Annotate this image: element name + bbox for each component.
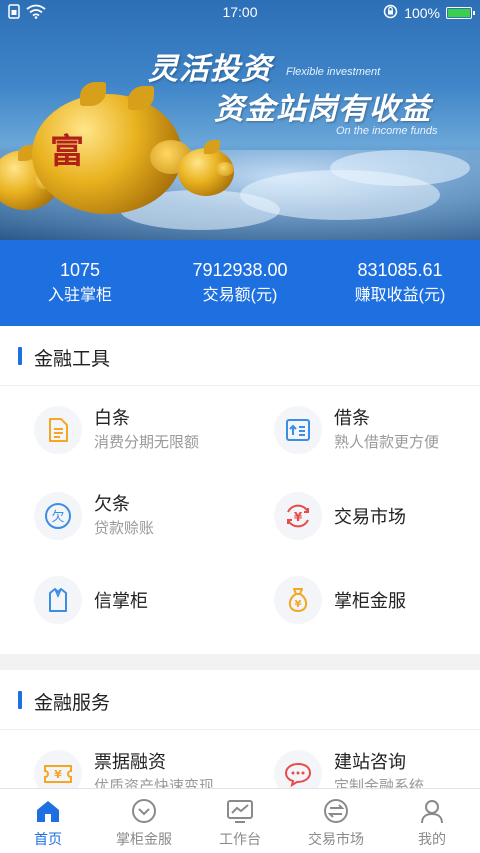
- banner-cloud: [330, 150, 470, 186]
- tab-home[interactable]: 首页: [0, 789, 96, 853]
- shirt-icon: [34, 576, 82, 624]
- money-bag-icon: ¥: [274, 576, 322, 624]
- chart-monitor-icon: [192, 797, 288, 825]
- tool-qiantiao[interactable]: 欠 欠条 贷款赊账: [0, 474, 240, 558]
- service-name: 建站咨询: [334, 752, 406, 772]
- chevron-circle-icon: [96, 797, 192, 825]
- section-header: 金融服务: [0, 670, 480, 730]
- stat-earnings: 831085.61 赚取收益(元): [320, 240, 480, 326]
- money-glyph: ¥: [295, 599, 302, 610]
- section-accent-bar: [18, 691, 22, 709]
- yuan-glyph: ¥: [294, 510, 303, 524]
- tool-name: 信掌柜: [94, 591, 148, 611]
- tool-name: 借条: [334, 408, 370, 428]
- tab-label: 掌柜金服: [116, 831, 172, 847]
- tool-xinzhanggui[interactable]: 信掌柜: [0, 558, 240, 642]
- stat-value: 831085.61: [357, 260, 443, 280]
- tool-name: 白条: [94, 408, 130, 428]
- banner-title-line2: 资金站岗有收益: [214, 93, 431, 126]
- hero-banner[interactable]: 17:00 100% 富 灵活投资 Flexible investment 资金…: [0, 0, 480, 240]
- user-icon: [384, 797, 480, 825]
- tab-mine[interactable]: 我的: [384, 789, 480, 853]
- battery-icon: [446, 7, 475, 19]
- tab-label: 首页: [34, 831, 62, 847]
- pig-mark-text: 富: [50, 132, 84, 172]
- yuan-exchange-icon: ¥: [274, 492, 322, 540]
- home-icon: [0, 797, 96, 825]
- tool-market[interactable]: ¥ 交易市场: [240, 474, 480, 558]
- list-upload-icon: [274, 406, 322, 454]
- tool-desc: 消费分期无限额: [94, 434, 200, 451]
- tab-market[interactable]: 交易市场: [288, 789, 384, 853]
- tool-jinfu[interactable]: ¥ 掌柜金服: [240, 558, 480, 642]
- tool-name: 欠条: [94, 494, 130, 514]
- section-accent-bar: [18, 347, 22, 365]
- stat-volume: 7912938.00 交易额(元): [160, 240, 320, 326]
- section-header: 金融工具: [0, 326, 480, 386]
- stat-merchants: 1075 入驻掌柜: [0, 240, 160, 326]
- tool-desc: 贷款赊账: [94, 520, 155, 537]
- stat-value: 1075: [59, 260, 101, 280]
- stat-label: 交易额(元): [202, 287, 278, 304]
- financial-services-section: 金融服务 ¥ 票据融资 优质资产快速变现 建站咨询 定制金融系统: [0, 670, 480, 800]
- stat-label: 入驻掌柜: [47, 287, 112, 304]
- tab-workbench[interactable]: 工作台: [192, 789, 288, 853]
- financial-tools-section: 金融工具 白条 消费分期无限额 借条 熟人借款更方便 欠 欠条 贷款赊账 ¥ 交…: [0, 326, 480, 654]
- tool-baitiao[interactable]: 白条 消费分期无限额: [0, 388, 240, 472]
- tool-name: 交易市场: [334, 507, 406, 527]
- banner-subtitle-line2: On the income funds: [336, 125, 438, 137]
- status-bar: 17:00 100%: [0, 0, 480, 26]
- tab-jinfu[interactable]: 掌柜金服: [96, 789, 192, 853]
- banner-title-line1: 灵活投资: [148, 53, 272, 86]
- section-title: 金融工具: [34, 349, 111, 370]
- tab-label: 交易市场: [308, 831, 364, 847]
- document-icon: [34, 406, 82, 454]
- iou-glyph: 欠: [51, 509, 64, 525]
- gold-pig-small-right: [178, 140, 238, 200]
- banner-subtitle-line1: Flexible investment: [286, 66, 381, 78]
- service-name: 票据融资: [94, 752, 166, 772]
- battery-percent: 100%: [404, 5, 440, 21]
- stat-label: 赚取收益(元): [354, 287, 446, 304]
- tool-jietiao[interactable]: 借条 熟人借款更方便: [240, 388, 480, 472]
- tab-label: 工作台: [219, 831, 261, 847]
- stat-value: 7912938.00: [192, 260, 288, 280]
- ticket-glyph: ¥: [54, 768, 62, 781]
- exchange-circle-icon: [288, 797, 384, 825]
- rotation-lock-icon: [383, 4, 398, 22]
- bottom-tab-bar: 首页 掌柜金服 工作台 交易市场 我的: [0, 788, 480, 853]
- iou-icon: 欠: [34, 492, 82, 540]
- tab-label: 我的: [418, 831, 446, 847]
- stats-bar: 1075 入驻掌柜 7912938.00 交易额(元) 831085.61 赚取…: [0, 240, 480, 326]
- tool-desc: 熟人借款更方便: [334, 434, 440, 451]
- section-title: 金融服务: [34, 693, 111, 714]
- tool-name: 掌柜金服: [334, 591, 406, 611]
- gold-pig-large: 富: [32, 82, 192, 222]
